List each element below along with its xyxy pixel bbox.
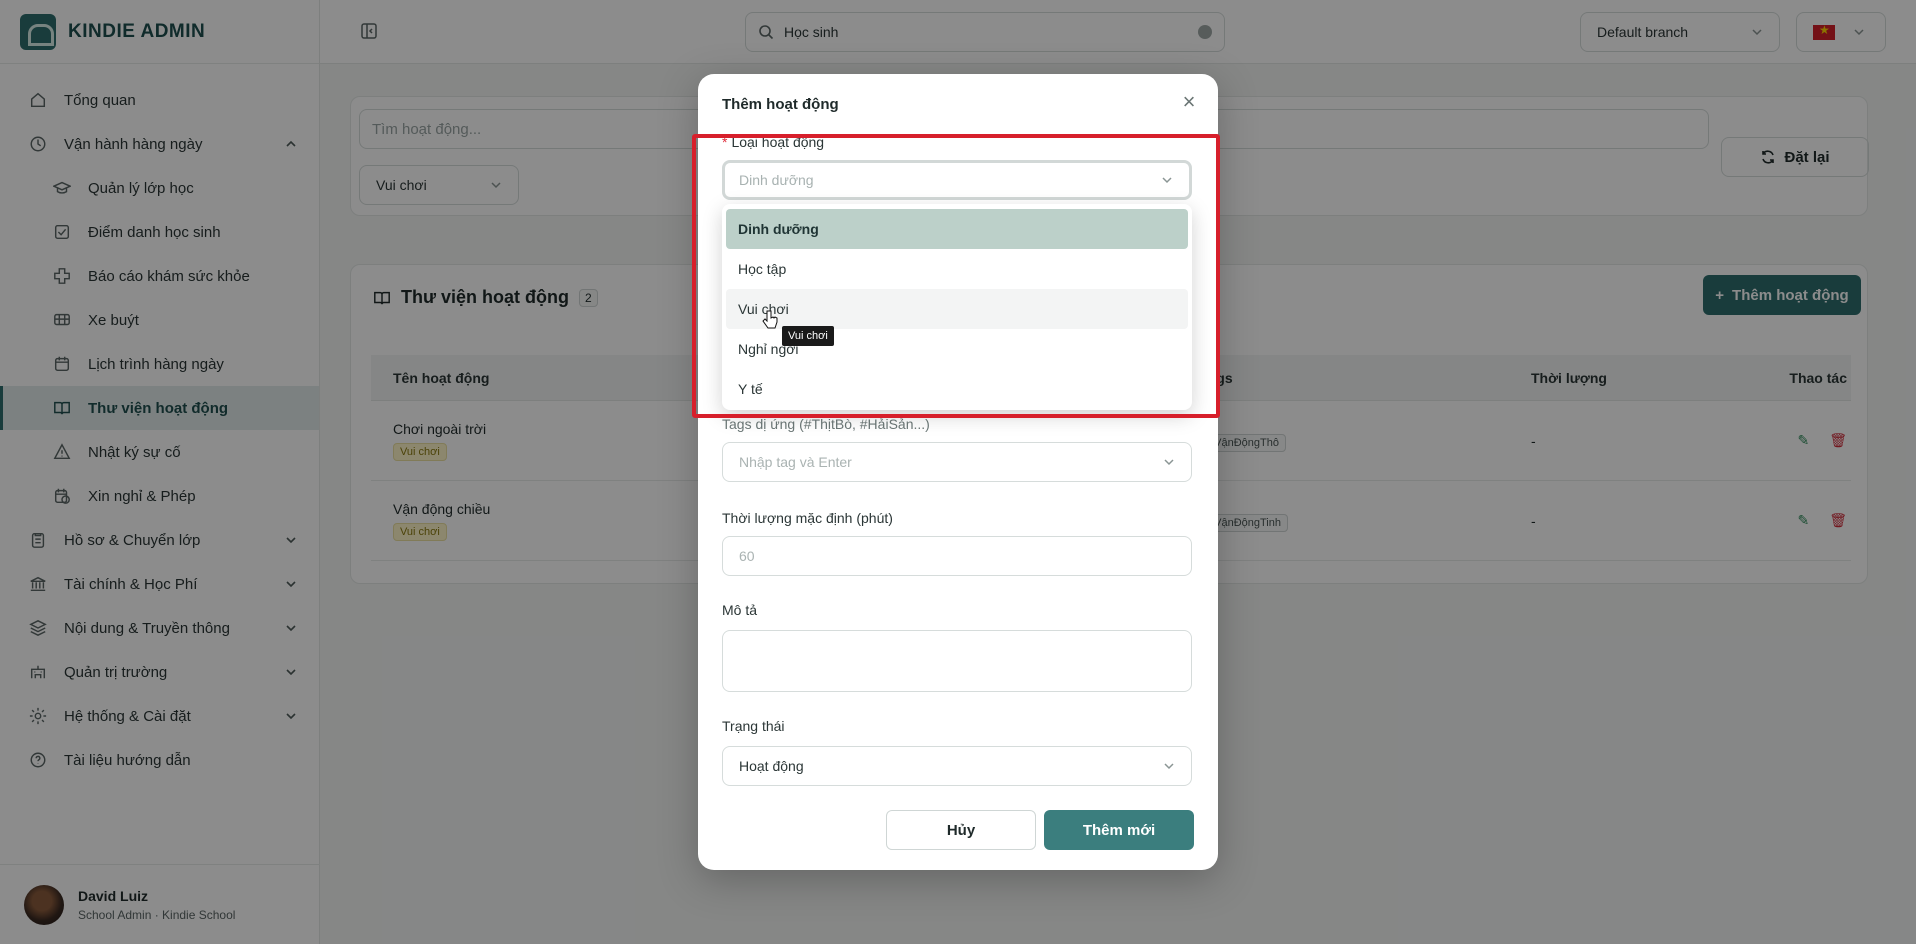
description-label: Mô tả	[722, 602, 758, 618]
cancel-button[interactable]: Hủy	[886, 810, 1036, 850]
chevron-down-icon	[1164, 763, 1174, 770]
submit-button[interactable]: Thêm mới	[1044, 810, 1194, 850]
duration-placeholder: 60	[739, 548, 755, 564]
close-icon[interactable]: ×	[1180, 91, 1198, 113]
chevron-down-icon	[1164, 459, 1174, 466]
allergy-tags-input[interactable]: Nhập tag và Enter	[722, 442, 1192, 482]
status-value: Hoạt động	[739, 758, 804, 774]
duration-input[interactable]: 60	[722, 536, 1192, 576]
highlight-box	[692, 134, 1220, 418]
allergy-tags-placeholder: Nhập tag và Enter	[739, 454, 852, 470]
status-label: Trạng thái	[722, 718, 785, 734]
description-textarea[interactable]	[722, 630, 1192, 692]
modal-title: Thêm hoạt động	[722, 96, 839, 113]
status-select[interactable]: Hoạt động	[722, 746, 1192, 786]
duration-label: Thời lượng mặc định (phút)	[722, 510, 893, 526]
allergy-tags-label: Tags dị ứng (#ThịtBò, #HảiSản...)	[722, 416, 930, 432]
